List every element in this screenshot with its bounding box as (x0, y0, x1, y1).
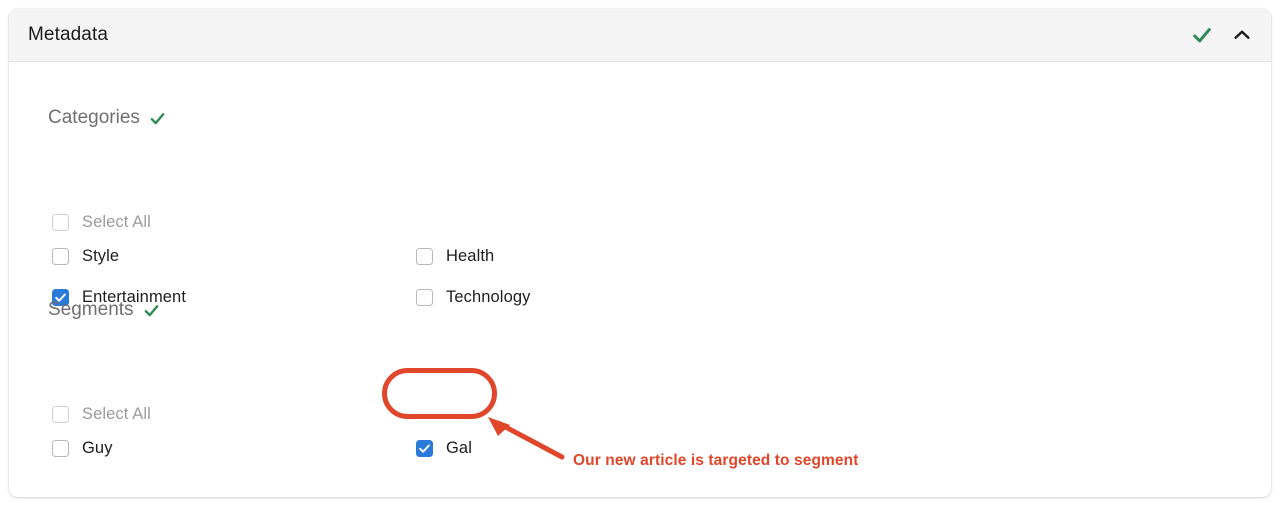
checkbox-input[interactable] (416, 440, 433, 457)
checkbox-row-health[interactable]: Health (416, 247, 494, 266)
checkbox-row-style[interactable]: Style (52, 247, 119, 266)
check-icon (143, 302, 160, 319)
group-heading-label: Segments (48, 299, 134, 320)
checkbox-input[interactable] (52, 440, 69, 457)
checkbox-input[interactable] (52, 214, 69, 231)
chevron-up-icon[interactable] (1229, 22, 1255, 48)
checkbox-row-categories-select-all[interactable]: Select All (52, 213, 151, 232)
checkbox-row-gal[interactable]: Gal (416, 439, 472, 458)
checkbox-label: Select All (82, 405, 151, 423)
header-actions (1189, 22, 1255, 48)
metadata-card: Metadata Categories Select All Style Ent… (9, 9, 1271, 497)
group-heading-label: Categories (48, 107, 140, 128)
checkbox-row-guy[interactable]: Guy (52, 439, 113, 458)
checkbox-label: Style (82, 247, 120, 265)
check-icon[interactable] (1189, 22, 1215, 48)
card-body: Categories Select All Style Entertainmen… (9, 62, 1271, 496)
checkbox-input[interactable] (416, 289, 433, 306)
checkbox-label: Guy (82, 439, 113, 457)
checkbox-label: Health (446, 247, 495, 265)
check-icon (149, 110, 166, 127)
checkbox-input[interactable] (416, 248, 433, 265)
page-title: Metadata (28, 24, 109, 45)
checkbox-row-segments-select-all[interactable]: Select All (52, 405, 151, 424)
card-header: Metadata (9, 9, 1271, 62)
checkbox-label: Gal (446, 439, 472, 457)
screen: Metadata Categories Select All Style Ent… (0, 0, 1280, 510)
checkbox-input[interactable] (52, 248, 69, 265)
group-heading-categories: Categories (48, 107, 166, 129)
checkbox-label: Technology (446, 288, 531, 306)
checkbox-label: Select All (82, 213, 151, 231)
group-heading-segments: Segments (48, 299, 160, 321)
checkbox-row-technology[interactable]: Technology (416, 288, 530, 307)
checkbox-input[interactable] (52, 406, 69, 423)
